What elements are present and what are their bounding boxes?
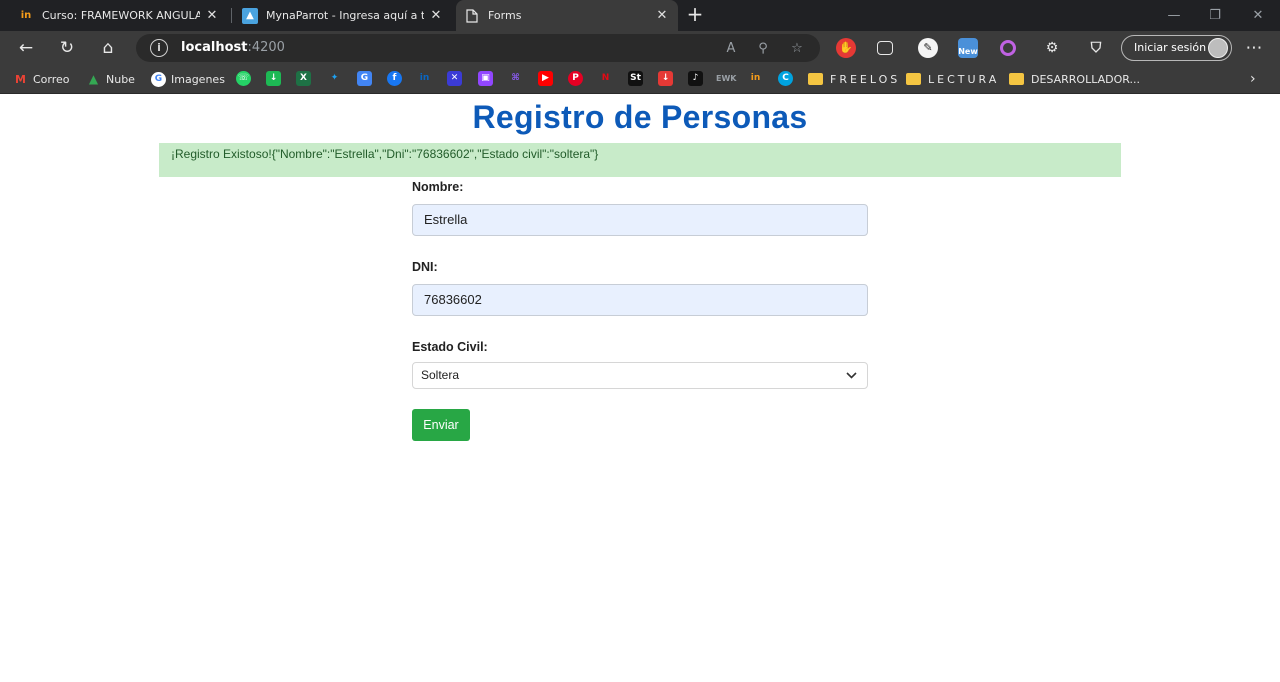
folder-label: DESARROLLADOR...	[1031, 72, 1140, 86]
tab-title: Curso: FRAMEWORK ANGULAR (	[42, 9, 200, 22]
zoom-icon[interactable]: ⚲	[754, 40, 772, 58]
ewk-icon[interactable]: EWK	[716, 71, 737, 86]
tab-forms[interactable]: Forms ✕	[456, 0, 678, 31]
home-icon[interactable]: ⌂	[95, 35, 121, 61]
nombre-input[interactable]: Estrella	[412, 204, 868, 236]
signin-label: Iniciar sesión	[1134, 41, 1207, 54]
save-icon[interactable]: ↓	[658, 71, 673, 86]
bookmark-label: Nube	[106, 72, 135, 86]
tab-curso[interactable]: in Curso: FRAMEWORK ANGULAR ( ✕	[10, 0, 228, 31]
translate-icon[interactable]: G	[357, 71, 372, 86]
url-text[interactable]: localhost:4200	[181, 40, 285, 55]
folder-label: LECTURA	[928, 72, 1000, 86]
close-icon[interactable]: ✕	[204, 8, 220, 23]
netflix-icon[interactable]: N	[598, 71, 613, 86]
c-icon[interactable]: C	[778, 71, 793, 86]
folder-icon	[808, 73, 823, 85]
new-tab-button[interactable]: +	[684, 4, 706, 26]
dni-label: DNI:	[412, 260, 438, 274]
bookmark-correo[interactable]: M Correo	[13, 71, 70, 87]
address-bar[interactable]: i localhost:4200 A ⚲ ☆	[136, 34, 820, 62]
collections-icon[interactable]: ⛉	[1086, 38, 1106, 58]
browser-toolbar: ← ↻ ⌂ i localhost:4200 A ⚲ ☆ ✋ ✎ New ⚙ ⛉…	[0, 31, 1280, 64]
bookmark-folder-freelos[interactable]: FREELOS	[808, 71, 900, 87]
back-icon[interactable]: ←	[13, 35, 39, 61]
st-icon[interactable]: St	[628, 71, 643, 86]
code-icon[interactable]: ✕	[447, 71, 462, 86]
adblock-icon[interactable]: ✋	[836, 38, 856, 58]
chevron-down-icon	[846, 363, 857, 398]
new-extension-icon[interactable]: New	[958, 38, 978, 58]
signin-button[interactable]: Iniciar sesión	[1121, 35, 1232, 61]
close-icon[interactable]: ✕	[428, 8, 444, 23]
bookmark-folder-lectura[interactable]: LECTURA	[906, 71, 999, 87]
dni-input[interactable]: 76836602	[412, 284, 868, 316]
nombre-label: Nombre:	[412, 180, 464, 194]
bookmark-imagenes[interactable]: G Imagenes	[151, 71, 225, 87]
gmail-icon: M	[15, 72, 26, 86]
success-alert: ¡Registro Existoso!{"Nombre":"Estrella",…	[159, 143, 1121, 177]
page-icon	[464, 8, 480, 24]
color-picker-icon[interactable]: ✎	[918, 38, 938, 58]
twitter-icon[interactable]: ✦	[327, 71, 342, 86]
tab-bar: in Curso: FRAMEWORK ANGULAR ( ✕ ▲ MynaPa…	[0, 0, 1280, 31]
url-host: localhost	[181, 40, 248, 55]
minimize-icon[interactable]: —	[1156, 0, 1192, 31]
estado-civil-value: Soltera	[421, 368, 460, 382]
bookmark-folder-desarrollador[interactable]: DESARROLLADOR...	[1009, 71, 1140, 87]
tab-mynaparrot[interactable]: ▲ MynaParrot - Ingresa aquí a tu cl ✕	[234, 0, 452, 31]
new-badge: New	[958, 47, 978, 56]
read-aloud-icon[interactable]: A	[722, 40, 740, 58]
whatsapp-icon[interactable]: ☏	[236, 71, 251, 86]
pinterest-icon[interactable]: P	[568, 71, 583, 86]
youtube-icon[interactable]: ▶	[538, 71, 553, 86]
facebook-icon[interactable]: f	[387, 71, 402, 86]
screen-cast-icon[interactable]	[877, 41, 893, 55]
page-title: Registro de Personas	[472, 99, 808, 135]
favorite-add-icon[interactable]: ☆	[788, 40, 806, 58]
more-options-icon[interactable]: ⋯	[1241, 35, 1267, 61]
tab-title: MynaParrot - Ingresa aquí a tu cl	[266, 9, 424, 22]
url-port: :4200	[247, 40, 285, 55]
restore-icon[interactable]: ❐	[1197, 0, 1233, 31]
estado-civil-label: Estado Civil:	[412, 340, 488, 354]
extensions-icon[interactable]: ⚙	[1042, 38, 1062, 58]
excel-icon[interactable]: X	[296, 71, 311, 86]
mynaparrot-icon: ▲	[242, 7, 258, 24]
in-logo-icon: in	[20, 10, 32, 21]
chevron-right-icon[interactable]: ›	[1250, 71, 1256, 87]
tab-separator	[231, 8, 232, 23]
tab-title: Forms	[488, 9, 522, 22]
bookmark-label: Imagenes	[171, 72, 225, 86]
google-icon: G	[151, 71, 166, 87]
folder-icon	[1009, 73, 1024, 85]
folder-icon	[906, 73, 921, 85]
bookmarks-bar: M Correo ▲ Nube G Imagenes ☏ ↓ X ✦ G f i…	[0, 64, 1280, 94]
enviar-button[interactable]: Enviar	[412, 409, 470, 441]
in-logo-icon[interactable]: in	[748, 71, 763, 86]
linkedin-icon[interactable]: in	[417, 71, 432, 86]
circle-extension-icon[interactable]	[1000, 40, 1016, 56]
drive-icon: ▲	[88, 71, 99, 86]
twitch-icon[interactable]: ▣	[478, 71, 493, 86]
close-icon[interactable]: ✕	[654, 8, 670, 23]
download-icon[interactable]: ↓	[266, 71, 281, 86]
folder-label: FREELOS	[830, 72, 901, 86]
avatar	[1208, 38, 1228, 58]
page-content: Registro de Personas ¡Registro Existoso!…	[0, 95, 1280, 682]
refresh-icon[interactable]: ↻	[54, 35, 80, 61]
close-window-icon[interactable]: ✕	[1240, 0, 1276, 31]
bookmark-nube[interactable]: ▲ Nube	[86, 71, 135, 87]
estado-civil-select[interactable]: Soltera	[412, 362, 868, 389]
info-icon[interactable]: i	[150, 39, 168, 57]
tiktok-icon[interactable]: ♪	[688, 71, 703, 86]
bookmark-label: Correo	[33, 72, 70, 86]
grid-icon[interactable]: ⌘	[508, 71, 523, 86]
